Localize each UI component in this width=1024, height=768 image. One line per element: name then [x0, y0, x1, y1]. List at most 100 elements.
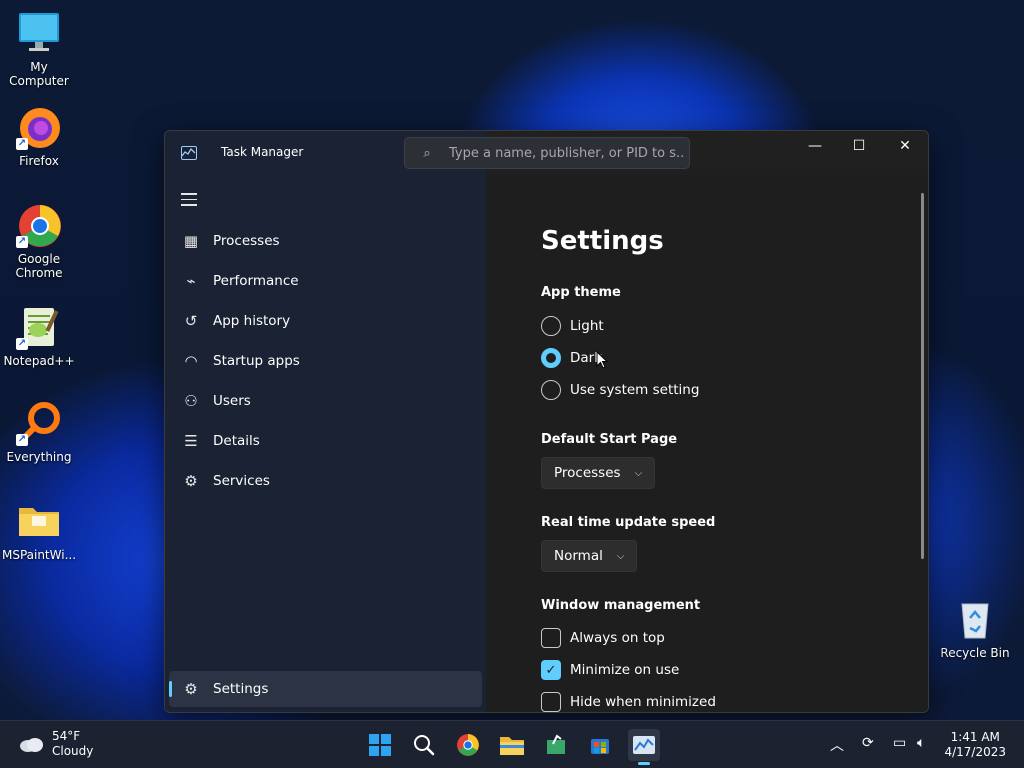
chrome-icon [457, 734, 479, 756]
start-button[interactable] [364, 729, 396, 761]
dropdown-value: Normal [554, 548, 603, 564]
task-manager-logo-icon [181, 146, 197, 160]
sync-icon[interactable]: ⟳ [862, 735, 874, 751]
theme-option-light[interactable]: Light [541, 315, 604, 337]
desktop-icon-chrome[interactable]: ↗ Google Chrome [0, 202, 78, 280]
title-bar: Task Manager ⌕ — ☐ ✕ [165, 131, 928, 175]
dropdown-value: Processes [554, 465, 621, 481]
taskbar-file-explorer[interactable] [496, 729, 528, 761]
details-icon: ☰ [184, 432, 198, 450]
taskbar-search-button[interactable] [408, 729, 440, 761]
desktop-icon-recycle-bin[interactable]: Recycle Bin [936, 596, 1014, 660]
nav-item-processes[interactable]: ▦ Processes [169, 223, 482, 259]
startup-icon: ◠ [184, 352, 198, 370]
start-icon [369, 734, 391, 756]
option-hide-when-minimized[interactable]: Hide when minimized [541, 691, 716, 712]
option-minimize-on-use[interactable]: ✓ Minimize on use [541, 659, 679, 681]
scrollbar[interactable] [921, 193, 924, 559]
settings-gear-icon: ⚙ [184, 680, 198, 698]
nav-item-label: Startup apps [213, 353, 300, 369]
desktop-icon-label: Everything [6, 450, 72, 464]
app-icon [547, 734, 565, 754]
nav-item-performance[interactable]: ⌁ Performance [169, 263, 482, 299]
nav-item-app-history[interactable]: ↺ App history [169, 303, 482, 339]
nav-item-label: App history [213, 313, 291, 329]
page-title: Settings [541, 226, 664, 256]
volume-icon[interactable]: 🔈︎ [917, 735, 925, 751]
checkbox-checked[interactable]: ✓ [541, 660, 561, 680]
nav-item-startup-apps[interactable]: ◠ Startup apps [169, 343, 482, 379]
start-page-dropdown[interactable]: Processes ⌵ [541, 457, 656, 489]
radio-button[interactable] [541, 316, 561, 336]
mouse-cursor-icon [596, 351, 608, 369]
file-explorer-icon [500, 737, 524, 755]
history-icon: ↺ [184, 312, 198, 330]
shortcut-arrow-icon: ↗ [16, 236, 28, 248]
taskbar-chrome[interactable] [452, 729, 484, 761]
nav-item-services[interactable]: ⚙ Services [169, 463, 482, 499]
window-title: Task Manager [221, 145, 304, 159]
desktop-icon-mspaint-folder[interactable]: MSPaintWi... [0, 498, 78, 562]
chevron-down-icon: ⌵ [634, 467, 643, 479]
taskbar-app[interactable] [540, 729, 572, 761]
shortcut-arrow-icon: ↗ [16, 434, 28, 446]
search-icon [414, 735, 435, 756]
everything-search-icon: ↗ [16, 400, 62, 446]
services-icon: ⚙ [184, 472, 198, 490]
desktop-icon-my-computer[interactable]: My Computer [0, 10, 78, 88]
nav-item-settings[interactable]: ⚙ Settings [169, 671, 482, 707]
checkbox-label: Always on top [570, 630, 665, 646]
chevron-up-icon[interactable]: ︿ [830, 735, 844, 755]
nav-item-users[interactable]: ⚇ Users [169, 383, 482, 419]
task-manager-icon [633, 736, 655, 754]
taskbar-store[interactable] [584, 729, 616, 761]
theme-option-dark[interactable]: Dark [541, 347, 602, 369]
checkbox[interactable] [541, 692, 561, 712]
monitor-icon [16, 10, 62, 56]
radio-label: Use system setting [570, 382, 700, 398]
network-icon[interactable]: ▭ [893, 735, 906, 751]
maximize-button[interactable]: ☐ [836, 131, 882, 161]
close-icon: ✕ [899, 138, 911, 154]
radio-button-selected[interactable] [541, 348, 561, 368]
weather-widget[interactable]: 54°F Cloudy [18, 729, 93, 759]
minimize-button[interactable]: — [792, 131, 838, 161]
option-always-on-top[interactable]: Always on top [541, 627, 665, 649]
weather-temp: 54°F [52, 729, 81, 743]
shortcut-arrow-icon: ↗ [16, 138, 28, 150]
folder-icon [16, 498, 62, 544]
desktop-icon-label: MSPaintWi... [1, 548, 77, 562]
task-manager-window: Task Manager ⌕ — ☐ ✕ ▦ Processes ⌁ Perfo… [164, 130, 929, 713]
nav-item-label: Performance [213, 273, 299, 289]
hamburger-menu-icon[interactable] [181, 193, 197, 210]
store-icon [591, 739, 609, 754]
checkbox[interactable] [541, 628, 561, 648]
desktop-icon-everything[interactable]: ↗ Everything [0, 400, 78, 464]
radio-label: Light [570, 318, 604, 334]
chrome-icon: ↗ [16, 202, 62, 248]
update-speed-dropdown[interactable]: Normal ⌵ [541, 540, 638, 572]
desktop-icon-firefox[interactable]: ↗ Firefox [0, 104, 78, 168]
app-theme-heading: App theme [541, 285, 621, 300]
checkbox-label: Minimize on use [570, 662, 680, 678]
desktop-icon-notepadpp[interactable]: ↗ Notepad++ [0, 304, 78, 368]
close-button[interactable]: ✕ [882, 131, 928, 161]
clock-time: 1:41 AM [950, 730, 1000, 744]
checkbox-label: Hide when minimized [570, 694, 716, 710]
desktop-icon-label: Firefox [19, 154, 59, 168]
taskbar-task-manager[interactable] [628, 729, 660, 765]
search-box[interactable]: ⌕ [404, 137, 690, 169]
nav-item-label: Services [213, 473, 270, 489]
nav-item-details[interactable]: ☰ Details [169, 423, 482, 459]
shortcut-arrow-icon: ↗ [16, 338, 28, 350]
nav-item-label: Users [213, 393, 251, 409]
clock[interactable]: 1:41 AM 4/17/2023 [944, 730, 1006, 760]
default-start-page-heading: Default Start Page [541, 432, 678, 447]
desktop-icon-label: Recycle Bin [940, 646, 1010, 660]
cloud-icon [20, 738, 43, 752]
theme-option-system[interactable]: Use system setting [541, 379, 699, 401]
radio-button[interactable] [541, 380, 561, 400]
desktop-icon-label: Notepad++ [3, 354, 75, 368]
chevron-down-icon: ⌵ [616, 550, 625, 562]
search-input[interactable] [449, 145, 685, 161]
